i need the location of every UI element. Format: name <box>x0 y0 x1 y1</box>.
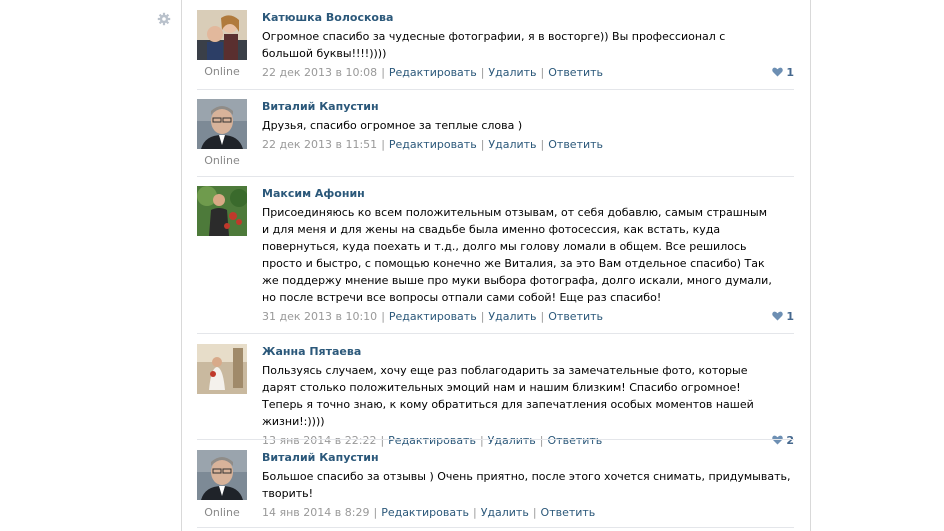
divider <box>197 333 794 334</box>
comment-date: 31 дек 2013 в 10:10 <box>262 310 378 323</box>
comment-item: Online Виталий Капустин Друзья, спасибо … <box>197 99 794 177</box>
reply-link[interactable]: Ответить <box>548 434 603 447</box>
reply-link[interactable]: Ответить <box>548 66 603 79</box>
delete-link[interactable]: Удалить <box>488 138 536 151</box>
avatar[interactable] <box>197 344 247 394</box>
comments-panel: Online Катюшка Волоскова Огромное спасиб… <box>157 0 811 531</box>
comment-meta: 14 янв 2014 в 8:29 | Редактировать | Удалить… <box>262 506 596 519</box>
comment-text: Друзья, спасибо огромное за теплые слова… <box>262 119 523 132</box>
comment-meta: 22 дек 2013 в 10:08 | Редактировать | Удалит… <box>262 65 794 80</box>
heart-icon <box>772 435 784 445</box>
divider <box>197 176 794 177</box>
edit-link[interactable]: Редактировать <box>389 138 477 151</box>
divider <box>197 527 794 528</box>
comment-meta: 13 янв 2014 в 22:22 | Редактировать | Удалит… <box>262 433 794 448</box>
delete-link[interactable]: Удалить <box>488 66 536 79</box>
online-status: Online <box>204 506 240 519</box>
comment-item: Жанна Пятаева Пользуясь случаем, хочу ещ… <box>197 344 794 447</box>
comment-text: Пользуясь случаем, хочу еще раз поблагод… <box>262 364 754 428</box>
online-status: Online <box>204 154 240 167</box>
reply-link[interactable]: Ответить <box>548 138 603 151</box>
comment-date: 22 дек 2013 в 10:08 <box>262 66 378 79</box>
edit-link[interactable]: Редактировать <box>389 66 477 79</box>
comment-meta: 22 дек 2013 в 11:51 | Редактировать | Удалит… <box>262 138 604 151</box>
like-button[interactable]: 2 <box>772 433 794 448</box>
comment-text: Большое спасибо за отзывы ) Очень приятн… <box>262 470 791 500</box>
divider <box>197 89 794 90</box>
delete-link[interactable]: Удалить <box>488 434 536 447</box>
author-link[interactable]: Максим Афонин <box>262 187 794 201</box>
author-link[interactable]: Виталий Капустин <box>262 451 794 465</box>
divider <box>197 439 794 440</box>
avatar[interactable] <box>197 99 247 149</box>
comment-item: Online Виталий Капустин Большое спасибо … <box>197 450 794 528</box>
edit-link[interactable]: Редактировать <box>388 434 476 447</box>
comment-meta: 31 дек 2013 в 10:10 | Редактировать | Удалит… <box>262 309 794 324</box>
author-link[interactable]: Катюшка Волоскова <box>262 11 794 25</box>
delete-link[interactable]: Удалить <box>481 506 529 519</box>
like-count: 1 <box>786 310 794 323</box>
edit-link[interactable]: Редактировать <box>389 310 477 323</box>
online-status: Online <box>204 65 240 78</box>
edit-link[interactable]: Редактировать <box>381 506 469 519</box>
like-button[interactable]: 1 <box>772 309 794 324</box>
comment-text: Присоединяюсь ко всем положительным отзы… <box>262 206 772 304</box>
like-button[interactable]: 1 <box>772 65 794 80</box>
comment-date: 14 янв 2014 в 8:29 <box>262 506 370 519</box>
reply-link[interactable]: Ответить <box>548 310 603 323</box>
comment-text: Огромное спасибо за чудесные фотографии,… <box>262 30 726 60</box>
avatar[interactable] <box>197 186 247 236</box>
avatar[interactable] <box>197 450 247 500</box>
heart-icon <box>772 311 784 321</box>
comment-item: Максим Афонин Присоединяюсь ко всем поло… <box>197 186 794 334</box>
gear-icon[interactable] <box>157 12 171 26</box>
delete-link[interactable]: Удалить <box>488 310 536 323</box>
avatar[interactable] <box>197 10 247 60</box>
like-count: 2 <box>786 434 794 447</box>
reply-link[interactable]: Ответить <box>541 506 596 519</box>
author-link[interactable]: Виталий Капустин <box>262 100 794 114</box>
comment-date: 22 дек 2013 в 11:51 <box>262 138 378 151</box>
author-link[interactable]: Жанна Пятаева <box>262 345 794 359</box>
like-count: 1 <box>786 66 794 79</box>
heart-icon <box>772 67 784 77</box>
comment-date: 13 янв 2014 в 22:22 <box>262 434 377 447</box>
comment-item: Online Катюшка Волоскова Огромное спасиб… <box>197 10 794 90</box>
